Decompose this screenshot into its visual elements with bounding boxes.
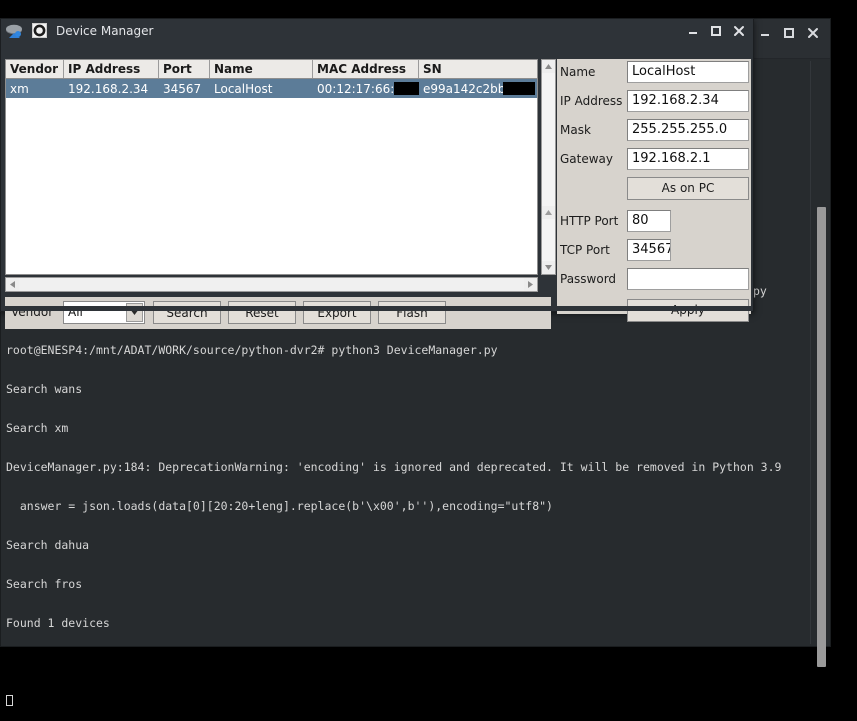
http-port-input[interactable]: 80	[627, 210, 671, 232]
column-header-vendor[interactable]: Vendor	[6, 60, 64, 78]
gateway-input[interactable]: 192.168.2.1	[627, 148, 749, 170]
label-gateway: Gateway	[560, 152, 614, 166]
terminal-line: Found 1 devices	[6, 616, 110, 630]
password-input[interactable]	[627, 268, 749, 290]
terminal-line: Search dahua	[6, 538, 90, 552]
minimize-icon[interactable]	[682, 20, 704, 42]
cell-vendor: xm	[10, 81, 29, 96]
device-manager-toolbar: Vendor All Search Reset Export Flash	[5, 297, 551, 329]
column-header-ip-address[interactable]: IP Address	[64, 60, 159, 78]
cell-mac-address: 00:12:17:66:	[313, 81, 419, 96]
table-row[interactable]: xm 192.168.2.34 34567 LocalHost 00:12:17…	[6, 79, 537, 98]
column-header-mac-address[interactable]: MAC Address	[313, 60, 419, 78]
form-row-gateway: Gateway 192.168.2.1	[557, 148, 751, 170]
device-manager-window-controls	[682, 20, 750, 42]
sn-redaction-box	[502, 81, 535, 95]
scroll-left-icon[interactable]	[6, 278, 19, 291]
cell-sn-text: e99a142c2bba	[423, 81, 513, 96]
device-settings-form: Name LocalHost IP Address 192.168.2.34 M…	[557, 59, 751, 322]
terminal-line: Search wans	[6, 382, 83, 396]
close-icon[interactable]	[802, 22, 824, 44]
terminal-line: Search xm	[6, 421, 69, 435]
device-manager-titlebar[interactable]: Device Manager	[1, 19, 753, 42]
close-icon[interactable]	[728, 20, 750, 42]
maximize-icon[interactable]	[778, 22, 800, 44]
terminal-prompt-line	[6, 695, 805, 708]
minimize-icon[interactable]	[754, 22, 776, 44]
page-title: Device Manager	[56, 23, 154, 38]
mac-redaction-box	[394, 81, 419, 95]
background-window-controls	[754, 22, 824, 44]
terminal-line: root@ENESP4:/mnt/ADAT/WORK/source/python…	[6, 343, 498, 357]
form-row-http-port: HTTP Port 80	[557, 210, 751, 232]
scroll-up-icon[interactable]	[542, 60, 555, 73]
column-header-port[interactable]: Port	[159, 60, 210, 78]
as-on-pc-button[interactable]: As on PC	[627, 176, 749, 200]
form-row-ip-address: IP Address 192.168.2.34	[557, 90, 751, 112]
form-row-name: Name LocalHost	[557, 61, 751, 83]
background-terminal-scrollbar[interactable]	[814, 61, 828, 667]
flash-button[interactable]: Flash	[378, 301, 446, 324]
device-table-header: Vendor IP Address Port Name MAC Address …	[5, 59, 538, 79]
name-input[interactable]: LocalHost	[627, 61, 749, 83]
maximize-icon[interactable]	[705, 20, 727, 42]
scroll-right-icon[interactable]	[524, 278, 537, 291]
vendor-select[interactable]: All	[63, 301, 145, 324]
form-row-as-on-pc: As on PC	[557, 176, 751, 200]
form-row-tcp-port: TCP Port 34567	[557, 239, 751, 261]
form-row-password: Password	[557, 268, 751, 290]
terminal-cursor	[6, 695, 13, 706]
label-mask: Mask	[560, 123, 591, 137]
search-button[interactable]: Search	[153, 301, 221, 324]
terminal-line: Search fros	[6, 577, 83, 591]
label-ip-address: IP Address	[560, 94, 623, 108]
mask-input[interactable]: 255.255.255.0	[627, 119, 749, 141]
vscroll-trough[interactable]	[542, 73, 555, 261]
cell-mac-text: 00:12:17:66:	[317, 81, 395, 96]
circle-square-icon	[31, 22, 48, 39]
terminal-output[interactable]: root@ENESP4:/mnt/ADAT/WORK/source/python…	[0, 312, 811, 721]
scroll-up-secondary-icon[interactable]	[542, 206, 555, 219]
terminal-line: DeviceManager.py:184: DeprecationWarning…	[6, 460, 782, 474]
cell-ip-address: 192.168.2.34	[68, 81, 149, 96]
label-name: Name	[560, 65, 596, 79]
label-http-port: HTTP Port	[560, 214, 619, 228]
ip-address-input[interactable]: 192.168.2.34	[627, 90, 749, 112]
device-table-horizontal-scrollbar[interactable]	[5, 277, 538, 292]
cell-sn: e99a142c2bba	[419, 81, 537, 96]
background-terminal-peek-text: py	[753, 284, 767, 298]
device-manager-body: Vendor IP Address Port Name MAC Address …	[1, 42, 753, 329]
label-tcp-port: TCP Port	[560, 243, 610, 257]
form-row-mask: Mask 255.255.255.0	[557, 119, 751, 141]
tcp-port-input[interactable]: 34567	[627, 239, 671, 261]
device-table-body[interactable]: xm 192.168.2.34 34567 LocalHost 00:12:17…	[5, 79, 538, 275]
device-table-panel: Vendor IP Address Port Name MAC Address …	[5, 59, 556, 294]
reset-button[interactable]: Reset	[228, 301, 296, 324]
label-password: Password	[560, 272, 617, 286]
scroll-down-icon[interactable]	[542, 261, 555, 274]
camera-device-icon	[5, 23, 27, 39]
column-header-sn[interactable]: SN	[419, 60, 537, 78]
dialog-bottom-strip	[1, 306, 753, 311]
background-scrollbar-thumb[interactable]	[817, 207, 826, 667]
device-table-vertical-scrollbar[interactable]	[541, 59, 556, 275]
terminal-line: answer = json.loads(data[0][20:20+leng].…	[6, 499, 553, 513]
column-header-name[interactable]: Name	[210, 60, 313, 78]
cell-name: LocalHost	[214, 81, 273, 96]
export-button[interactable]: Export	[303, 301, 371, 324]
device-manager-window[interactable]: Device Manager Vendor IP Address Port Na…	[0, 18, 754, 329]
cell-port: 34567	[163, 81, 202, 96]
